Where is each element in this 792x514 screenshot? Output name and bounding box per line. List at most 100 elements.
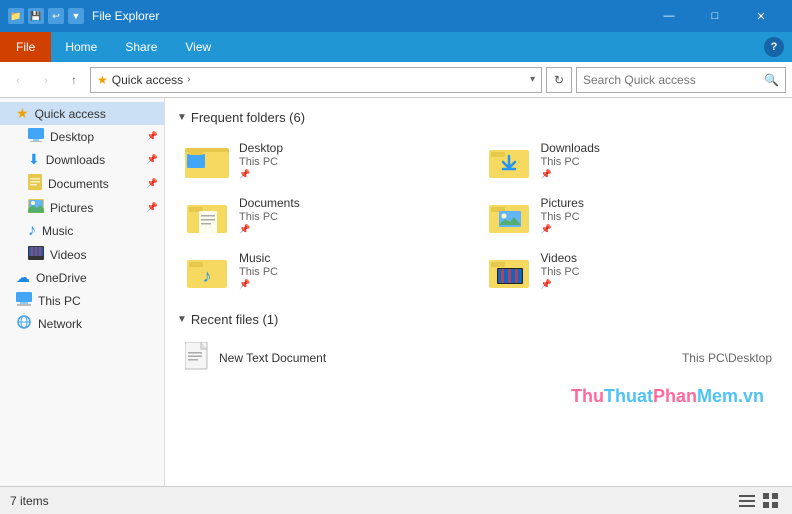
details-view-button[interactable] — [736, 490, 758, 512]
pin-icon-pictures: 📌 — [147, 202, 158, 213]
nav-bar: ‹ › ↑ ★ Quick access › ▾ ↻ 🔍 — [0, 62, 792, 98]
frequent-folders-chevron[interactable]: ▼ — [177, 112, 187, 123]
sidebar-item-music[interactable]: ♪ Music — [0, 219, 164, 243]
pictures-icon — [28, 199, 44, 216]
watermark-phan: Phan — [653, 386, 697, 406]
desktop-folder-info: Desktop This PC 📌 — [239, 141, 283, 180]
app-icon-folder: 📁 — [8, 8, 24, 24]
videos-icon — [28, 246, 44, 263]
sidebar-item-quick-access[interactable]: ★ Quick access — [0, 102, 164, 125]
watermark: ThuThuatPhanMem.vn — [177, 378, 780, 415]
app-icon-undo: ↩ — [48, 8, 64, 24]
sidebar-item-downloads[interactable]: ⬇ Downloads 📌 — [0, 148, 164, 171]
desktop-icon — [28, 128, 44, 145]
search-icon[interactable]: 🔍 — [764, 73, 779, 87]
sidebar-documents-label: Documents — [48, 177, 141, 191]
folder-desktop[interactable]: Desktop This PC 📌 — [177, 135, 479, 186]
sidebar-item-videos[interactable]: Videos — [0, 243, 164, 266]
sidebar-desktop-label: Desktop — [50, 130, 141, 144]
status-bar: 7 items — [0, 486, 792, 514]
sidebar-network-label: Network — [38, 317, 158, 331]
pictures-pin: 📌 — [541, 224, 584, 235]
sidebar-downloads-label: Downloads — [46, 153, 141, 167]
search-input[interactable] — [583, 73, 760, 87]
downloads-folder-icon — [487, 142, 531, 180]
pictures-location: This PC — [541, 211, 584, 223]
documents-location: This PC — [239, 211, 300, 223]
up-button[interactable]: ↑ — [62, 68, 86, 92]
menu-bar-right: ? — [764, 37, 784, 57]
watermark-thu: Thu — [571, 386, 604, 406]
address-chevron-icon: › — [187, 74, 190, 85]
music-location: This PC — [239, 266, 278, 278]
menu-file[interactable]: File — [0, 32, 51, 62]
quick-access-icon: ★ — [16, 105, 29, 122]
sidebar-music-label: Music — [42, 224, 158, 238]
documents-name: Documents — [239, 196, 300, 210]
videos-folder-info: Videos This PC 📌 — [541, 251, 580, 290]
music-pin: 📌 — [239, 279, 278, 290]
sidebar-videos-label: Videos — [50, 248, 158, 262]
desktop-location: This PC — [239, 156, 283, 168]
address-star-icon: ★ — [97, 73, 108, 87]
sidebar-item-this-pc[interactable]: This PC — [0, 289, 164, 312]
this-pc-icon — [16, 292, 32, 309]
downloads-pin: 📌 — [541, 169, 600, 180]
title-bar-title: File Explorer — [92, 9, 646, 23]
folder-grid: Desktop This PC 📌 Downloads — [177, 135, 780, 296]
downloads-icon: ⬇ — [28, 151, 40, 168]
menu-share[interactable]: Share — [111, 32, 171, 62]
sidebar: ★ Quick access Desktop 📌 ⬇ Downloads 📌 D… — [0, 98, 165, 486]
back-button[interactable]: ‹ — [6, 68, 30, 92]
sidebar-item-pictures[interactable]: Pictures 📌 — [0, 196, 164, 219]
folder-videos[interactable]: Videos This PC 📌 — [479, 245, 781, 296]
large-icons-view-button[interactable] — [760, 490, 782, 512]
watermark-mem: Mem — [697, 386, 738, 406]
documents-folder-icon — [185, 197, 229, 235]
documents-icon — [28, 174, 42, 193]
recent-files-header: ▼ Recent files (1) — [177, 312, 780, 327]
music-folder-info: Music This PC 📌 — [239, 251, 278, 290]
recent-files-title: Recent files (1) — [191, 312, 278, 327]
pin-icon-documents: 📌 — [147, 178, 158, 189]
minimize-button[interactable]: — — [646, 0, 692, 32]
refresh-button[interactable]: ↻ — [546, 67, 572, 93]
address-dropdown-icon[interactable]: ▾ — [530, 74, 535, 85]
sidebar-item-desktop[interactable]: Desktop 📌 — [0, 125, 164, 148]
sidebar-this-pc-label: This PC — [38, 294, 158, 308]
music-folder-icon: ♪ — [185, 252, 229, 290]
documents-folder-info: Documents This PC 📌 — [239, 196, 300, 235]
menu-home[interactable]: Home — [51, 32, 111, 62]
pin-icon: 📌 — [147, 131, 158, 142]
recent-file-item[interactable]: New Text Document This PC\Desktop — [177, 337, 780, 378]
search-box: 🔍 — [576, 67, 786, 93]
sidebar-item-network[interactable]: Network — [0, 312, 164, 335]
folder-music[interactable]: ♪ Music This PC 📌 — [177, 245, 479, 296]
recent-files-chevron[interactable]: ▼ — [177, 314, 187, 325]
address-bar[interactable]: ★ Quick access › ▾ — [90, 67, 542, 93]
watermark-suffix: .vn — [738, 386, 764, 406]
maximize-button[interactable]: □ — [692, 0, 738, 32]
help-button[interactable]: ? — [764, 37, 784, 57]
folder-pictures[interactable]: Pictures This PC 📌 — [479, 190, 781, 241]
desktop-folder-icon — [185, 142, 229, 180]
videos-name: Videos — [541, 251, 580, 265]
documents-pin: 📌 — [239, 224, 300, 235]
menu-view[interactable]: View — [171, 32, 225, 62]
frequent-folders-title: Frequent folders (6) — [191, 110, 305, 125]
sidebar-item-onedrive[interactable]: ☁ OneDrive — [0, 266, 164, 289]
sidebar-onedrive-label: OneDrive — [36, 271, 158, 285]
menu-bar: File Home Share View ? — [0, 32, 792, 62]
folder-downloads[interactable]: Downloads This PC 📌 — [479, 135, 781, 186]
close-button[interactable]: ✕ — [738, 0, 784, 32]
music-icon: ♪ — [28, 222, 36, 240]
content-area: ▼ Frequent folders (6) Desktop This PC — [165, 98, 792, 486]
sidebar-item-documents[interactable]: Documents 📌 — [0, 171, 164, 196]
folder-documents[interactable]: Documents This PC 📌 — [177, 190, 479, 241]
sidebar-pictures-label: Pictures — [50, 201, 141, 215]
videos-location: This PC — [541, 266, 580, 278]
recent-files-section: ▼ Recent files (1) New Text Document Thi… — [177, 312, 780, 378]
app-icon-save: 💾 — [28, 8, 44, 24]
forward-button[interactable]: › — [34, 68, 58, 92]
item-count: 7 items — [10, 494, 49, 508]
